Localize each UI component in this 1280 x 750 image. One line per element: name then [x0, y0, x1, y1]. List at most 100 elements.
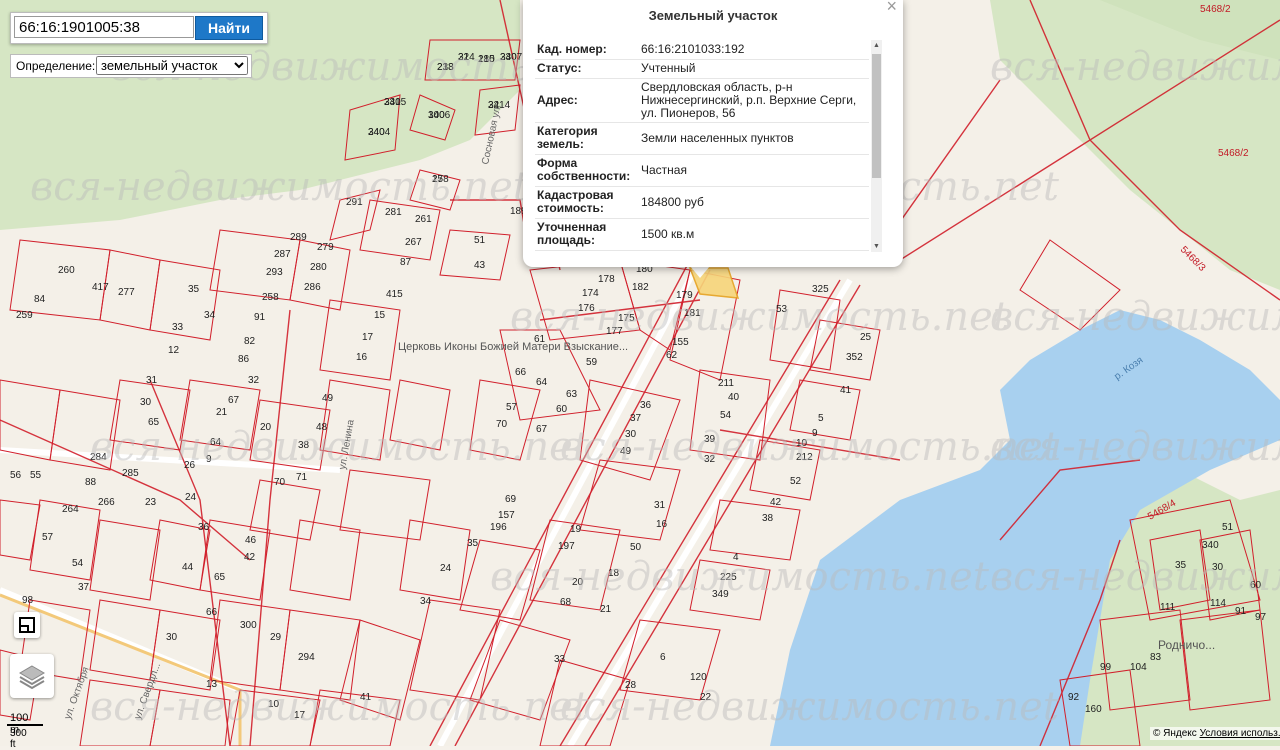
parcel-number: 16 [656, 519, 668, 530]
search-input[interactable] [14, 16, 194, 38]
parcel-number: 55 [30, 470, 42, 481]
row-key: Уточненная площадь: [535, 218, 639, 251]
parcel-number: 66 [515, 367, 527, 378]
parcel-number: 15 [374, 310, 386, 321]
parcel-number: 415 [386, 289, 403, 300]
parcel-number: 54 [720, 410, 732, 421]
parcel-number: 71 [296, 472, 308, 483]
church-label: Церковь Иконы Божией Матери Взыскание... [398, 341, 628, 353]
table-row: Кад. номер: 66:16:2101033:192 [535, 40, 869, 60]
watermark: вся-недвижимость.net [90, 684, 590, 730]
parcel-number: 29 [270, 632, 282, 643]
search-button[interactable]: Найти [195, 16, 263, 40]
parcel-number: 30 [166, 632, 178, 643]
parcel-number: 97 [1255, 612, 1267, 623]
parcel-number: 50 [630, 542, 642, 553]
parcel-number: 91 [254, 312, 266, 323]
parcel-number: 259 [16, 310, 33, 321]
search-panel: Найти [10, 12, 268, 44]
table-row: Кадастровая стоимость: 184800 руб [535, 186, 869, 219]
parcel-number: 100 [428, 110, 445, 121]
parcel-number: 51 [1222, 522, 1234, 533]
parcel-number: 24 [185, 492, 197, 503]
parcel-number: 60 [556, 404, 568, 415]
parcel-number: 19 [570, 524, 582, 535]
copyright-text: © Яндекс [1153, 728, 1197, 739]
parcel-number: 98 [22, 595, 34, 606]
definition-select[interactable]: земельный участок [96, 56, 248, 75]
parcel-number: 240 [368, 127, 385, 138]
parcel-number: 92 [1068, 692, 1080, 703]
parcel-number: 352 [846, 352, 863, 363]
quarter-label: 5468/2 [1200, 4, 1231, 15]
parcel-number: 197 [558, 541, 575, 552]
parcel-number: 280 [310, 262, 327, 273]
popup-scrollbar[interactable]: ▲ ▼ [871, 40, 882, 252]
table-row: Адрес: Свердловская область, р-н Нижнесе… [535, 78, 869, 123]
parcel-number: 21 [600, 604, 612, 615]
parcel-number: 277 [118, 287, 135, 298]
parcel-number: 30 [140, 397, 152, 408]
parcel-number: 279 [317, 242, 334, 253]
watermark: вся-недвижимость.net [510, 294, 1010, 340]
row-key: Кадастровая стоимость: [535, 186, 639, 219]
row-value: 1500 кв.м [639, 218, 869, 251]
popup-content[interactable]: Кад. номер: 66:16:2101033:192 Статус: Уч… [535, 40, 869, 252]
watermark: вся-недвижимость.net [990, 554, 1280, 600]
parcel-number: 31 [146, 375, 158, 386]
parcel-number: 157 [498, 510, 515, 521]
parcel-number: 37 [630, 413, 642, 424]
parcel-number: 33 [554, 654, 566, 665]
parcel-number: 111 [1160, 602, 1176, 613]
parcel-number: 160 [1085, 704, 1102, 715]
parcel-number: 84 [34, 294, 46, 305]
table-row: Форма собственности: Частная [535, 154, 869, 187]
row-value: 66:16:2101033:192 [639, 40, 869, 60]
parcel-number: 12 [168, 345, 180, 356]
row-value: Учтенный [639, 59, 869, 79]
parcel-number: 286 [304, 282, 321, 293]
parcel-number: 83 [1150, 652, 1162, 663]
parcel-number: 46 [245, 535, 257, 546]
parcel-number: 300 [240, 620, 257, 631]
ruler-button[interactable] [14, 612, 40, 638]
scroll-down-icon[interactable]: ▼ [873, 243, 880, 250]
scroll-up-icon[interactable]: ▲ [873, 42, 880, 49]
table-row: Уточненная площадь: 1500 кв.м [535, 218, 869, 251]
parcel-number: 289 [290, 232, 307, 243]
scale-imperial: 300 ft [10, 728, 27, 750]
watermark: вся-недвижимость.net [560, 424, 1060, 470]
row-key: Адрес: [535, 78, 639, 123]
parcel-number: 56 [10, 470, 22, 481]
watermark: вся-недвижимость.net [30, 164, 530, 210]
map-copyright: © Яндекс Условия использ... [1150, 727, 1280, 740]
parcel-number: 23 [145, 497, 157, 508]
parcel-number: 52 [790, 476, 802, 487]
definition-label: Определение: [16, 59, 96, 73]
parcel-number: 34 [204, 310, 216, 321]
parcel-number: 17 [362, 332, 374, 343]
parcel-number: 38 [762, 513, 774, 524]
parcel-number: 44 [182, 562, 194, 573]
row-key: Статус: [535, 59, 639, 79]
terms-link[interactable]: Условия использ... [1200, 728, 1280, 739]
parcel-number: 182 [632, 282, 649, 293]
parcel-number: 87 [400, 257, 412, 268]
layers-button[interactable] [10, 654, 54, 698]
parcel-number: 86 [238, 354, 250, 365]
scrollbar-thumb[interactable] [872, 54, 881, 178]
parcel-number: 287 [274, 249, 291, 260]
parcel-number: 266 [98, 497, 115, 508]
parcel-number: 104 [1130, 662, 1147, 673]
parcel-number: 57 [506, 402, 518, 413]
popup-tail [690, 266, 710, 278]
parcel-number: 91 [1235, 606, 1247, 617]
parcel-number: 41 [840, 385, 852, 396]
parcel-number: 67 [228, 395, 240, 406]
parcel-number: 231 [384, 97, 401, 108]
parcel-number: 70 [274, 477, 286, 488]
parcel-number: 59 [586, 357, 598, 368]
parcel-number: 57 [42, 532, 54, 543]
table-row: Статус: Учтенный [535, 59, 869, 79]
row-value: Земли населенных пунктов [639, 122, 869, 155]
